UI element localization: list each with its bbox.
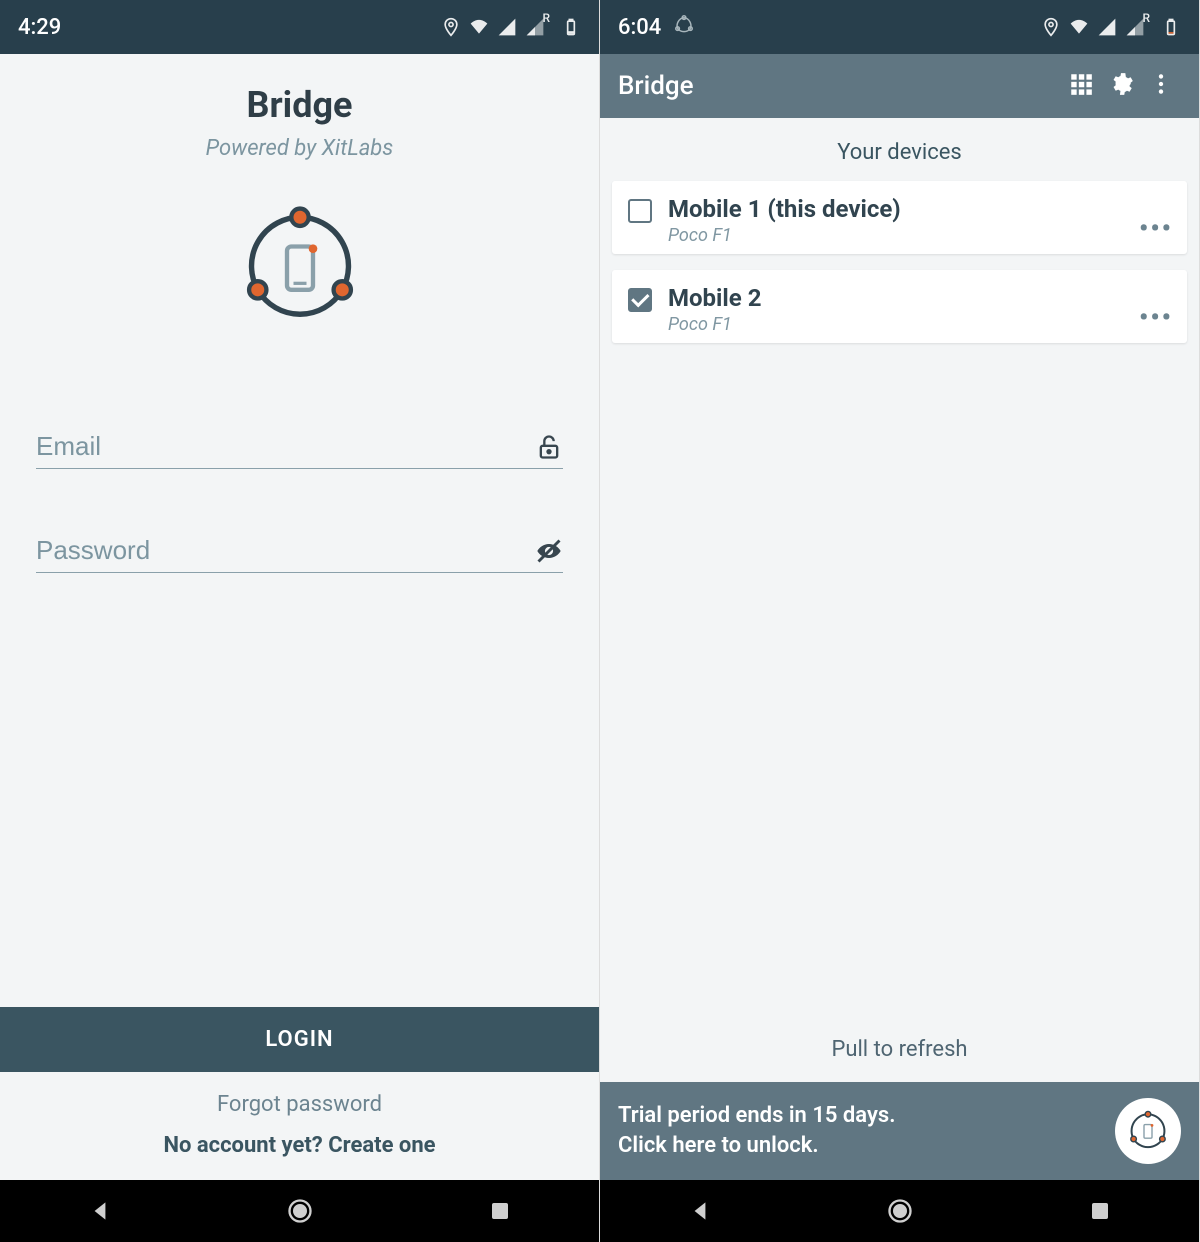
login-button[interactable]: LOGIN (0, 1007, 599, 1072)
device-card[interactable]: Mobile 1 (this device) Poco F1 ••• (612, 181, 1187, 254)
nav-home-icon[interactable] (886, 1197, 914, 1225)
wifi-icon (469, 17, 489, 37)
signal-icon (1097, 17, 1117, 37)
nav-back-icon[interactable] (87, 1198, 113, 1224)
trial-banner[interactable]: Trial period ends in 15 days. Click here… (600, 1082, 1199, 1180)
nav-recent-icon[interactable] (1088, 1199, 1112, 1223)
device-checkbox[interactable] (628, 288, 652, 312)
nav-home-icon[interactable] (286, 1197, 314, 1225)
status-time: 4:29 (18, 15, 61, 40)
trial-line1: Trial period ends in 15 days. (618, 1101, 1103, 1131)
gear-icon[interactable] (1101, 71, 1141, 101)
lock-open-icon (535, 433, 563, 461)
signal-r-icon: R (525, 17, 553, 37)
device-name: Mobile 1 (this device) (668, 195, 1171, 223)
device-name: Mobile 2 (668, 284, 1171, 312)
android-nav-bar (0, 1180, 599, 1242)
status-bar: 6:04 R (600, 0, 1199, 54)
status-icons: R (441, 17, 581, 37)
app-bar: Bridge (600, 54, 1199, 118)
nav-back-icon[interactable] (687, 1198, 713, 1224)
app-title: Bridge (0, 84, 599, 126)
more-horiz-icon[interactable]: ••• (1139, 303, 1173, 333)
status-app-icon (673, 13, 695, 41)
status-time: 6:04 (618, 15, 661, 40)
pull-to-refresh-hint: Pull to refresh (612, 1017, 1187, 1082)
location-icon (1041, 17, 1061, 37)
signal-icon (497, 17, 517, 37)
trial-logo-icon (1115, 1098, 1181, 1164)
visibility-off-icon[interactable] (535, 537, 563, 565)
trial-line2: Click here to unlock. (618, 1131, 1103, 1161)
app-bar-title: Bridge (618, 71, 1061, 101)
device-model: Poco F1 (668, 314, 1171, 335)
email-row (36, 425, 563, 469)
wifi-icon (1069, 17, 1089, 37)
password-row (36, 529, 563, 573)
section-title: Your devices (612, 118, 1187, 181)
devices-body: Your devices Mobile 1 (this device) Poco… (600, 118, 1199, 1082)
android-nav-bar (600, 1180, 1199, 1242)
device-model: Poco F1 (668, 225, 1171, 246)
signal-r-icon: R (1125, 17, 1153, 37)
forgot-password-link[interactable]: Forgot password (0, 1092, 599, 1117)
devices-screen: 6:04 R Bridge Your devices (600, 0, 1200, 1242)
create-account-link[interactable]: No account yet? Create one (0, 1133, 599, 1158)
status-bar: 4:29 R (0, 0, 599, 54)
more-horiz-icon[interactable]: ••• (1139, 214, 1173, 244)
device-checkbox[interactable] (628, 199, 652, 223)
battery-low-icon (1161, 17, 1181, 37)
status-icons: R (1041, 17, 1181, 37)
login-screen: 4:29 R Bridge Powered by XitLabs (0, 0, 600, 1242)
device-card[interactable]: Mobile 2 Poco F1 ••• (612, 270, 1187, 343)
location-icon (441, 17, 461, 37)
email-field[interactable] (36, 431, 535, 462)
login-body: Bridge Powered by XitLabs (0, 54, 599, 1180)
password-field[interactable] (36, 535, 535, 566)
more-vert-icon[interactable] (1141, 71, 1181, 101)
app-logo (0, 201, 599, 335)
nav-recent-icon[interactable] (488, 1199, 512, 1223)
battery-icon (561, 17, 581, 37)
grid-icon[interactable] (1061, 71, 1101, 101)
app-subtitle: Powered by XitLabs (0, 136, 599, 161)
